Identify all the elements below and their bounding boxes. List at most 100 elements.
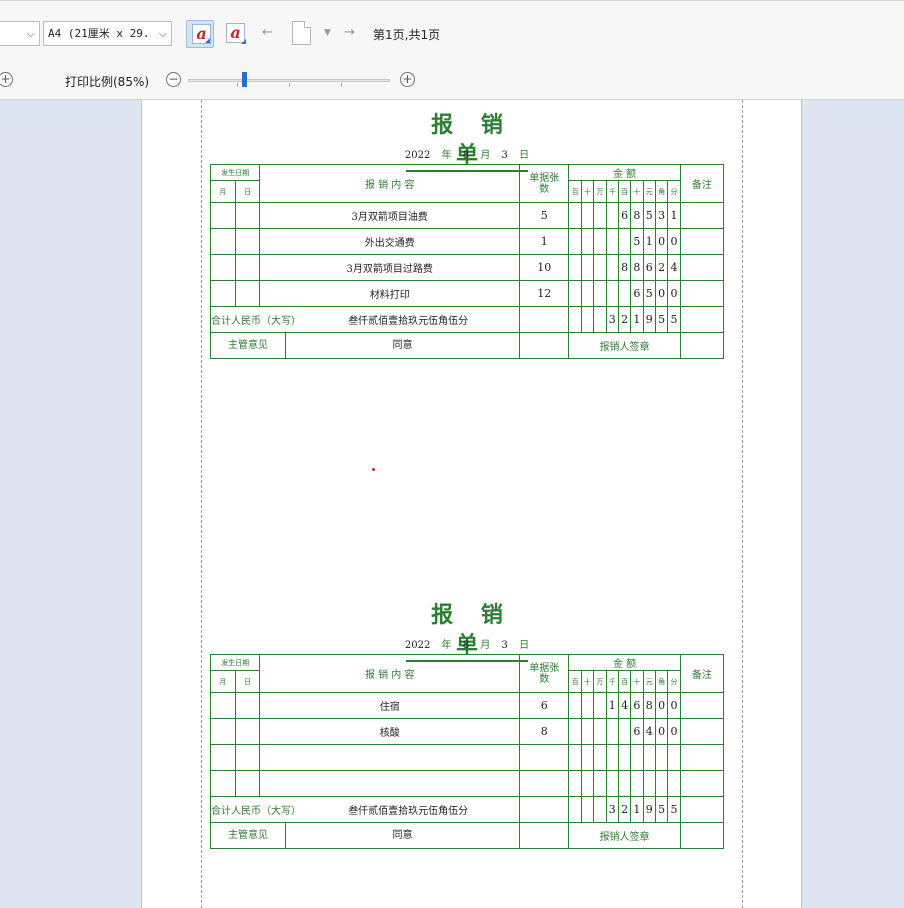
date-month: 8: [462, 640, 470, 651]
row-docs: 12: [519, 280, 570, 307]
header-digit: 百: [568, 180, 582, 203]
row-digit: [593, 228, 607, 255]
row-digit: 0: [654, 280, 669, 307]
row-day: [234, 744, 261, 771]
table-row: 住宿 6146800: [210, 692, 725, 719]
font-a-icon[interactable]: a: [186, 20, 214, 48]
row-digit: [568, 744, 582, 771]
total-row: 合计人民币（大写） 叁仟贰佰壹拾玖元伍角伍分 321955: [209, 796, 725, 823]
header-digit: 千: [605, 670, 619, 693]
row-digit: [617, 770, 632, 797]
row-digit: [593, 692, 607, 719]
preview-page: 报 销 单 2022 年 8 月 3 日 发生日期 报 销 内 容 单据张数 金…: [141, 100, 802, 908]
font-a-icon[interactable]: a: [221, 20, 249, 48]
row-month: [210, 744, 236, 771]
total-digit: 5: [667, 306, 681, 333]
date-day: 3: [501, 150, 508, 161]
total-digit: 5: [667, 796, 681, 823]
row-digit: [580, 744, 595, 771]
row-docs: 6: [519, 692, 570, 719]
print-preview-toolbar: ⌵ A4 (21厘米 x 29. ⌵ a a ← ▼ → 第1页,共1页: [0, 0, 904, 62]
row-digit: [568, 280, 582, 307]
row-digit: 8: [617, 254, 632, 281]
row-digit: 6: [630, 280, 644, 307]
row-digit: 4: [667, 254, 681, 281]
date-year: 2022: [404, 150, 431, 161]
date-month-unit: 月: [480, 150, 491, 161]
row-digit: [605, 202, 619, 229]
minus-circle-icon[interactable]: −: [166, 72, 181, 87]
date-day-unit: 日: [519, 150, 530, 161]
plus-circle-icon[interactable]: +: [0, 72, 13, 87]
row-digit: [617, 228, 632, 255]
arrow-left-icon[interactable]: ←: [262, 25, 273, 40]
header-digit: 十: [580, 180, 595, 203]
row-digit: [593, 254, 607, 281]
row-digit: [605, 770, 619, 797]
row-digit: 8: [630, 202, 644, 229]
total-label: 合计人民币（大写）: [211, 806, 301, 817]
row-docs: 8: [519, 718, 570, 745]
header-digit: 十: [630, 670, 644, 693]
row-month: [210, 770, 236, 797]
header-remark: 备注: [679, 654, 725, 693]
total-digit: 3: [605, 306, 619, 333]
approval-row: 主管意见 同意 报销人签章: [209, 332, 725, 359]
row-month: [210, 280, 236, 307]
total-digit: 5: [654, 796, 669, 823]
header-content: 报 销 内 容: [259, 654, 521, 693]
total-digit: 9: [642, 306, 656, 333]
header-digit: 十: [580, 670, 595, 693]
scale-slider[interactable]: [188, 79, 390, 87]
table-row: [210, 770, 725, 797]
row-digit: [580, 692, 595, 719]
row-digit: [605, 744, 619, 771]
row-digit: [580, 254, 595, 281]
row-digit: 3: [654, 202, 669, 229]
row-digit: 6: [630, 718, 644, 745]
row-digit: 4: [642, 718, 656, 745]
table-row: 核酸 8 6400: [210, 718, 725, 745]
plus-circle-icon[interactable]: +: [400, 72, 415, 87]
row-remark: [679, 770, 725, 797]
table-row: 3月双箭项目过路费 10 8 8 6 2 4: [210, 254, 725, 281]
row-digit: [605, 254, 619, 281]
arrow-right-icon[interactable]: →: [344, 25, 355, 40]
row-content: 住宿: [259, 692, 521, 719]
row-digit: [580, 202, 595, 229]
row-digit: [568, 692, 582, 719]
printer-select[interactable]: ⌵: [0, 21, 40, 46]
dropdown-arrow-icon: ⌵: [26, 27, 35, 40]
reimbursement-table: 发生日期 报 销 内 容 单据张数 金 额 备注 月 日百十万千百十元角分 住宿…: [209, 654, 725, 849]
header-month: 月: [210, 670, 236, 693]
header-digit: 百: [617, 180, 632, 203]
row-content: 3月双箭项目过路费: [259, 254, 521, 281]
row-day: [234, 692, 261, 719]
total-digit: 2: [617, 796, 632, 823]
row-digit: [617, 718, 632, 745]
total-digit: [580, 306, 595, 333]
row-day: [234, 202, 261, 229]
approval-value: 同意: [392, 830, 413, 841]
header-month: 月: [210, 180, 236, 203]
paper-size-select[interactable]: A4 (21厘米 x 29. ⌵: [43, 21, 172, 46]
row-docs: 5: [519, 202, 570, 229]
row-docs: 1: [519, 228, 570, 255]
total-row: 合计人民币（大写） 叁仟贰佰壹拾玖元伍角伍分 321955: [209, 306, 725, 333]
date-year-unit: 年: [441, 640, 452, 651]
row-digit: 2: [654, 254, 669, 281]
scale-slider-thumb[interactable]: [242, 72, 247, 87]
total-digit: 5: [654, 306, 669, 333]
row-content: [259, 770, 521, 797]
dropdown-arrow-icon[interactable]: ▼: [324, 28, 331, 38]
header-digit: 万: [593, 670, 607, 693]
row-remark: [679, 692, 725, 719]
header-digit: 万: [593, 180, 607, 203]
form-date: 2022 年 8 月 3 日: [210, 636, 724, 651]
reimbursement-table: 发生日期 报 销 内 容 单据张数 金 额 备注 月 日百十万千百十元角分 3月…: [209, 164, 725, 359]
row-digit: [630, 744, 644, 771]
row-digit: [580, 228, 595, 255]
row-remark: [679, 718, 725, 745]
page-icon[interactable]: [292, 21, 311, 45]
total-words: 叁仟贰佰壹拾玖元伍角伍分: [348, 806, 469, 817]
